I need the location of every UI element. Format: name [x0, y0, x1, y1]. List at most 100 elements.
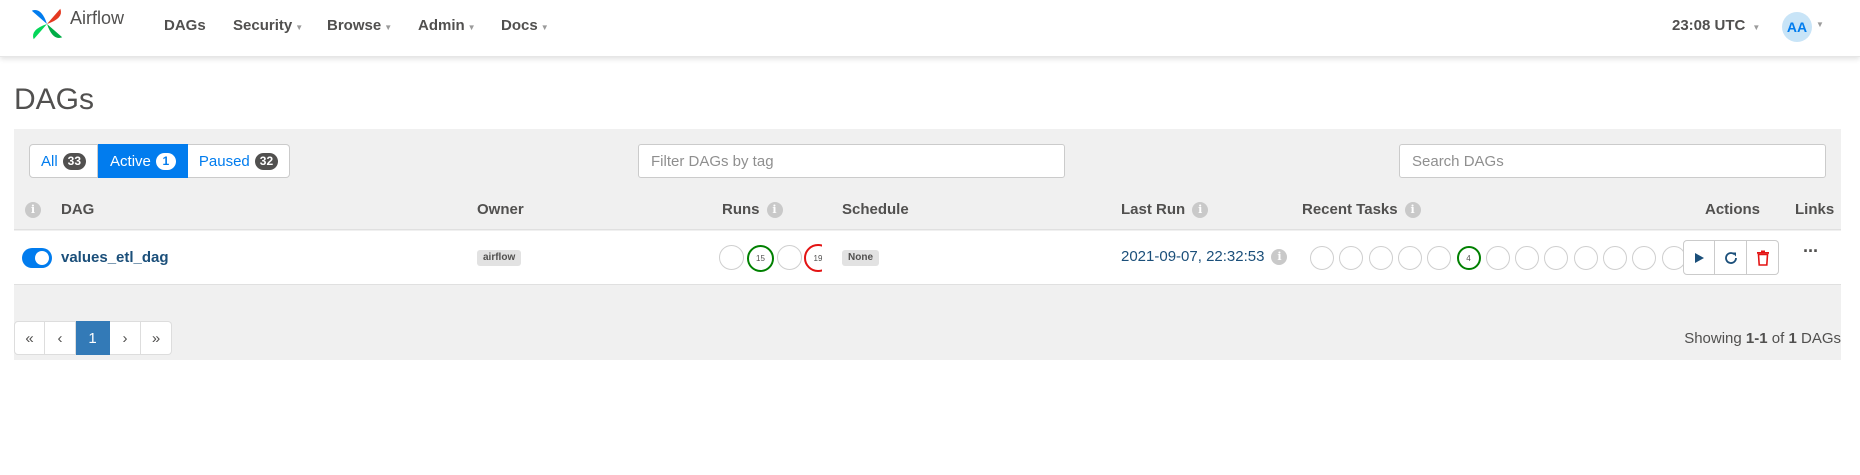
- task-state-circle[interactable]: [1573, 246, 1598, 270]
- actions-group: [1683, 240, 1779, 275]
- info-icon[interactable]: i: [1271, 248, 1288, 265]
- task-count: 4: [1466, 253, 1471, 263]
- col-runs: Runs i: [722, 201, 783, 218]
- page-prev-button[interactable]: ‹: [45, 321, 76, 355]
- owner-tag[interactable]: airflow: [477, 250, 522, 266]
- user-avatar[interactable]: AA: [1782, 12, 1812, 42]
- task-state-circle[interactable]: [1427, 246, 1452, 270]
- chevron-down-icon: ▼: [467, 22, 476, 32]
- task-state-circle[interactable]: [1397, 246, 1422, 270]
- col-owner[interactable]: Owner: [477, 201, 524, 218]
- page-last-button[interactable]: »: [141, 321, 172, 355]
- task-state-circle[interactable]: [1485, 246, 1510, 270]
- chevron-down-icon: ▼: [384, 22, 393, 32]
- nav-security-label: Security: [233, 17, 293, 34]
- col-actions: Actions: [1705, 201, 1761, 218]
- showing-count: Showing 1-1 of 1 DAGs: [1684, 330, 1841, 347]
- task-state-circle[interactable]: [1368, 246, 1393, 270]
- nav-browse-label: Browse: [327, 17, 382, 34]
- filter-paused-count: 32: [254, 152, 279, 170]
- info-icon[interactable]: i: [766, 201, 783, 218]
- pinwheel-icon: [31, 8, 63, 40]
- filter-active-count: 1: [155, 152, 176, 170]
- schedule-tag[interactable]: None: [842, 250, 879, 266]
- chevron-down-icon: ▼: [1752, 22, 1761, 32]
- col-last-run: Last Run i: [1121, 201, 1209, 218]
- chevron-down-icon[interactable]: ▼: [1816, 20, 1824, 29]
- run-state-running[interactable]: [777, 245, 802, 270]
- tag-filter-input[interactable]: [638, 144, 1065, 178]
- showing-prefix: Showing: [1684, 330, 1746, 347]
- col-dag[interactable]: DAG: [61, 201, 94, 218]
- col-recent-tasks: Recent Tasks i: [1302, 201, 1421, 218]
- trigger-dag-button[interactable]: [1683, 240, 1715, 275]
- filter-active-label: Active: [110, 152, 151, 170]
- run-state-failed-clip: 19: [804, 244, 822, 274]
- run-state-queued[interactable]: [719, 245, 744, 270]
- dag-pause-toggle[interactable]: [22, 248, 52, 268]
- clock-dropdown[interactable]: 23:08 UTC ▼: [1672, 17, 1760, 34]
- airflow-logo[interactable]: Airflow: [28, 4, 124, 44]
- nav-docs[interactable]: Docs ▼: [501, 17, 549, 34]
- task-state-circle[interactable]: [1632, 246, 1657, 270]
- info-icon[interactable]: i: [1192, 201, 1209, 218]
- showing-suffix: DAGs: [1796, 330, 1841, 347]
- user-initials: AA: [1786, 19, 1808, 35]
- last-run: 2021-09-07, 22:32:53 i: [1121, 248, 1288, 265]
- col-recent-tasks-label: Recent Tasks: [1302, 201, 1398, 218]
- search-input[interactable]: [1399, 144, 1826, 178]
- col-last-run-label[interactable]: Last Run: [1121, 201, 1185, 218]
- select-all-info: i: [25, 202, 41, 218]
- page-1-button[interactable]: 1: [76, 321, 110, 355]
- task-state-circle[interactable]: 4: [1456, 246, 1481, 270]
- showing-total: 1: [1788, 330, 1797, 347]
- filter-active-button[interactable]: Active 1: [98, 144, 188, 178]
- nav-browse[interactable]: Browse ▼: [327, 17, 392, 34]
- chevron-down-icon: ▼: [295, 22, 304, 32]
- page-title: DAGs: [14, 83, 95, 116]
- ellipsis-icon[interactable]: ···: [1803, 241, 1819, 262]
- nav-dags-label: DAGs: [164, 17, 206, 34]
- task-state-circle[interactable]: [1544, 246, 1569, 270]
- delete-dag-button[interactable]: [1747, 240, 1779, 275]
- refresh-icon: [1724, 251, 1737, 264]
- run-count: 19: [813, 253, 822, 263]
- run-state-success[interactable]: 15: [747, 245, 774, 272]
- run-state-failed[interactable]: 19: [804, 244, 822, 272]
- nav-docs-label: Docs: [501, 17, 538, 34]
- info-icon[interactable]: i: [1404, 201, 1421, 218]
- col-runs-label: Runs: [722, 201, 760, 218]
- table-header: i DAG Owner Runs i Schedule Last Run i R…: [14, 188, 1841, 230]
- dags-panel: All 33 Active 1 Paused 32 i DAG Owner Ru…: [14, 129, 1841, 360]
- refresh-dag-button[interactable]: [1715, 240, 1747, 275]
- filter-all-label: All: [41, 152, 58, 170]
- top-navbar: Airflow DAGs Security ▼ Browse ▼ Admin ▼…: [0, 0, 1860, 57]
- nav-admin[interactable]: Admin ▼: [418, 17, 476, 34]
- nav-admin-label: Admin: [418, 17, 465, 34]
- filter-paused-label: Paused: [198, 152, 250, 170]
- page-next-button[interactable]: ›: [110, 321, 141, 355]
- brand-name: Airflow: [70, 7, 125, 28]
- play-icon: [1695, 252, 1704, 263]
- filter-all-count: 33: [62, 152, 87, 170]
- pagination: « ‹ 1 › »: [14, 321, 172, 355]
- last-run-link[interactable]: 2021-09-07, 22:32:53: [1121, 248, 1264, 265]
- filter-all-button[interactable]: All 33: [29, 144, 99, 178]
- status-filter-group: All 33 Active 1 Paused 32: [29, 144, 291, 178]
- chevron-down-icon: ▼: [540, 22, 549, 32]
- col-links: Links: [1795, 201, 1835, 218]
- task-state-circle[interactable]: [1515, 246, 1540, 270]
- filter-paused-button[interactable]: Paused 32: [187, 144, 291, 178]
- task-state-circle[interactable]: [1661, 246, 1686, 270]
- trash-icon: [1756, 250, 1769, 266]
- task-state-circle[interactable]: [1310, 246, 1334, 270]
- run-count: 15: [756, 254, 765, 263]
- task-state-circle[interactable]: [1603, 246, 1627, 270]
- showing-mid: of: [1767, 330, 1789, 347]
- nav-dags[interactable]: DAGs: [164, 17, 206, 34]
- col-schedule[interactable]: Schedule: [842, 201, 909, 218]
- dag-id-link[interactable]: values_etl_dag: [61, 249, 169, 266]
- nav-security[interactable]: Security ▼: [233, 17, 303, 34]
- page-first-button[interactable]: «: [14, 321, 45, 355]
- task-state-circle[interactable]: [1339, 246, 1364, 270]
